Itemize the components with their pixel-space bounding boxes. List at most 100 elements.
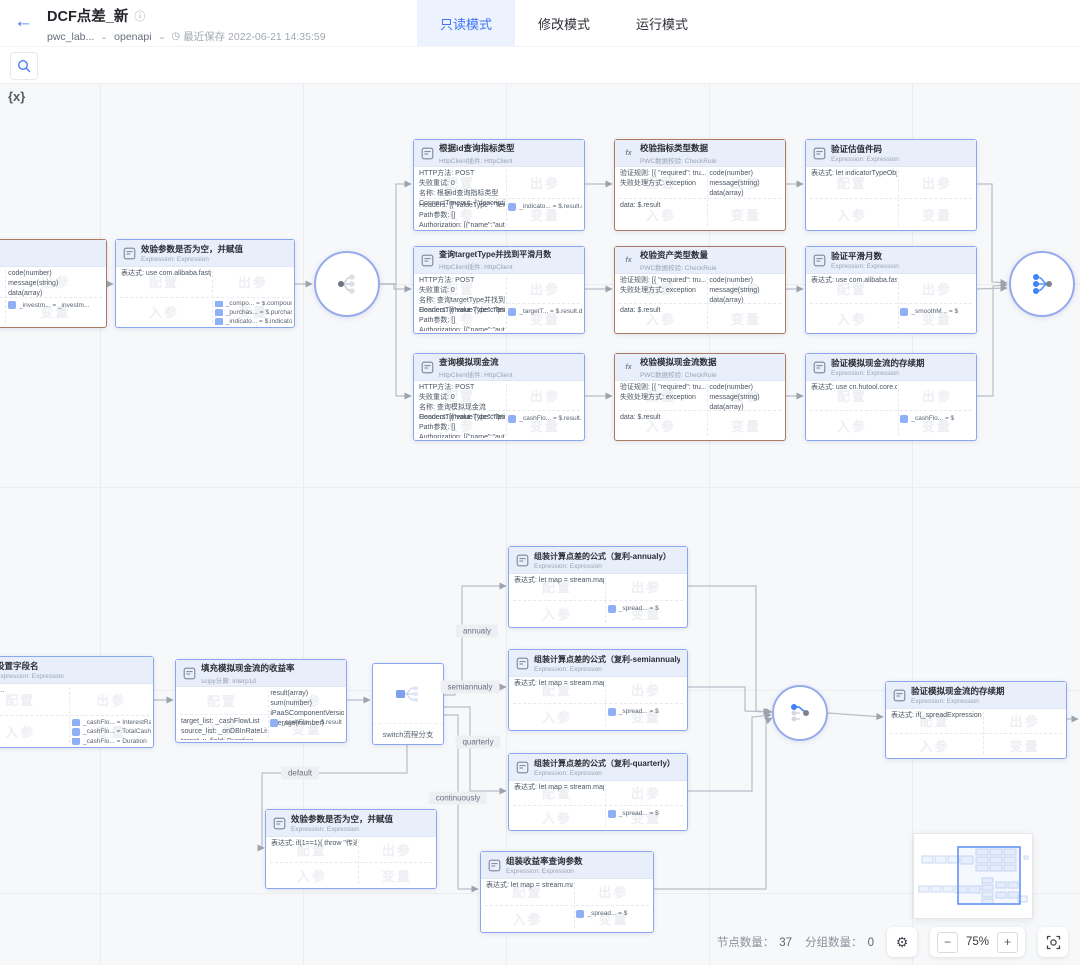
flow-node-http-query-targettype[interactable]: 查询targetType并找到平滑月数HttpClient插件: HttpCli… bbox=[413, 246, 585, 334]
watermark-bl: 入参 bbox=[481, 905, 574, 932]
flow-node-expr-validate-duration-top[interactable]: 验证模拟现金流的存续期Expression: Expression配置出参入参变… bbox=[805, 353, 977, 441]
flow-node-expr-formula-semiannualy[interactable]: 组装计算点差的公式（复利-semiannualy）Expression: Exp… bbox=[508, 649, 688, 731]
fanin-icon bbox=[1027, 269, 1057, 299]
title-block: DCF点差_新 ⓘ pwc_lab... ⌄ openapi ⌄ ◷ 最近保存 … bbox=[47, 5, 326, 44]
watermark-br: 变量 bbox=[707, 303, 785, 333]
flow-node-expr-build-yield-query[interactable]: 组装收益率查询参数Expression: Expression配置出参入参变量表… bbox=[480, 851, 654, 933]
node-title: 验证平滑月数 bbox=[831, 250, 899, 262]
flow-node-check-indicator-type[interactable]: fx校验指标类型数据PWC数据校验: CheckRule配置出参入参变量验证规则… bbox=[614, 139, 786, 231]
back-arrow-icon[interactable]: ← bbox=[14, 11, 33, 33]
flow-node-expr-validate-assign-bottom[interactable]: 效验参数是否为空，并赋值Expression: Expression配置出参入参… bbox=[265, 809, 437, 889]
watermark-bl: 入参 bbox=[886, 733, 983, 758]
zoom-out-button[interactable]: − bbox=[937, 932, 958, 953]
node-body: 配置出参入参变量表达式: if(1==1){ throw "传递的... bbox=[266, 836, 436, 888]
fanout-icon bbox=[332, 269, 362, 299]
flow-node-scipy-fill-yield[interactable]: 填充模拟现金流的收益率scipy计算: interp1d配置出参入参变量resu… bbox=[175, 659, 347, 743]
node-header: 查询模拟现金流HttpClient插件: HttpClient bbox=[414, 354, 584, 381]
flow-node-switch-branch[interactable]: switch流程分支 bbox=[372, 663, 444, 745]
node-config-tr: code(number)message(string)data(array) bbox=[709, 169, 783, 199]
minimap[interactable] bbox=[913, 833, 1033, 919]
mode-tab-1[interactable]: 修改模式 bbox=[515, 0, 613, 46]
node-subtitle: HttpClient插件: HttpClient bbox=[439, 155, 515, 165]
watermark-bl: 入参 bbox=[806, 410, 898, 440]
flow-node-expr-formula-quarterly[interactable]: 组装计算点差的公式（复利-quarterly）Expression: Expre… bbox=[508, 753, 688, 831]
node-subtitle: Expression: Expression bbox=[534, 563, 671, 570]
fan-out-node[interactable] bbox=[314, 251, 380, 317]
node-config-tl: 验证规则: [{ "required": tru...失败处理方式: excep… bbox=[620, 169, 706, 189]
fx-icon: fx bbox=[622, 254, 635, 267]
node-subtitle: Expression: Expression bbox=[831, 370, 925, 377]
watermark-br: 变量 bbox=[983, 733, 1066, 758]
variable-tag-icon bbox=[270, 719, 278, 727]
node-title: 组装计算点差的公式（复利-semiannualy） bbox=[534, 654, 680, 665]
node-config-tl: 表达式: let map = stream.map(()... bbox=[514, 783, 604, 793]
node-config-bl: data: $.result bbox=[620, 201, 706, 228]
watermark-bl: 入参 bbox=[509, 805, 605, 830]
flow-node-http-query-cashflow[interactable]: 查询模拟现金流HttpClient插件: HttpClient配置出参入参变量H… bbox=[413, 353, 585, 441]
fit-view-button[interactable] bbox=[1038, 927, 1068, 957]
watermark-bl: 入参 bbox=[116, 297, 212, 328]
node-header: 验证模拟现金流的存续期Expression: Expression bbox=[806, 354, 976, 381]
search-button[interactable] bbox=[10, 52, 38, 80]
node-subtitle: scipy计算: interp1d bbox=[201, 675, 295, 685]
flow-node-expr-validate-smooth-months[interactable]: 验证平滑月数Expression: Expression配置出参入参变量表达式:… bbox=[805, 246, 977, 334]
last-saved-text: ◷ 最近保存 2022-06-21 14:35:59 bbox=[171, 29, 325, 44]
merge-icon bbox=[785, 698, 815, 728]
flow-node-expr-set-field-name[interactable]: 设置字段名Expression: Expression配置出参入参变量Rate … bbox=[0, 656, 154, 748]
node-header: 验证估值件码Expression: Expression bbox=[806, 140, 976, 167]
watermark-bl: 入参 bbox=[0, 715, 69, 747]
zoom-in-button[interactable]: + bbox=[997, 932, 1018, 953]
node-title: 查询targetType并找到平滑月数 bbox=[439, 249, 551, 260]
node-subtitle: PWC数据校验: CheckRule bbox=[640, 155, 717, 165]
node-body: 配置出参入参变量表达式: if(_spreadExpression == ... bbox=[886, 708, 1066, 758]
node-title: 填充模拟现金流的收益率 bbox=[201, 662, 295, 674]
node-config-tl: 表达式: let map = stream.map(()... bbox=[486, 881, 573, 891]
flow-node-expr-formula-annualy[interactable]: 组装计算点差的公式（复利-annualy）Expression: Express… bbox=[508, 546, 688, 628]
node-variable-tags: _indicato... = $.result.data bbox=[508, 202, 582, 228]
workspace-select[interactable]: pwc_lab... bbox=[47, 31, 94, 43]
minimap-viewport[interactable] bbox=[958, 847, 1020, 904]
flow-node-expr-validate-assign-top[interactable]: 效验参数是否为空，并赋值Expression: Expression配置出参入参… bbox=[115, 239, 295, 328]
node-subtitle: HttpClient插件: HttpClient bbox=[439, 369, 513, 379]
flow-node-http-query-indicator-type[interactable]: 根据id查询指标类型HttpClient插件: HttpClient配置出参入参… bbox=[413, 139, 585, 231]
node-header: 效验参数是否为空，并赋值Expression: Expression bbox=[266, 810, 436, 837]
flow-node-check-cashflow-data[interactable]: fx校验模拟现金流数据PWC数据校验: CheckRule配置出参入参变量验证规… bbox=[614, 353, 786, 441]
chevron-down-icon: ⌄ bbox=[100, 33, 109, 41]
plugin-icon bbox=[813, 147, 826, 160]
flow-node-expr-validate-duration-bottom[interactable]: 验证模拟现金流的存续期Expression: Expression配置出参入参变… bbox=[885, 681, 1067, 759]
fan-in-node[interactable] bbox=[1009, 251, 1075, 317]
page-title: DCF点差_新 bbox=[47, 5, 128, 26]
mode-tab-0[interactable]: 只读模式 bbox=[417, 0, 515, 46]
plugin-icon bbox=[488, 859, 501, 872]
node-title: 组装计算点差的公式（复利-quarterly） bbox=[534, 758, 675, 769]
node-title: 效验参数是否为空，并赋值 bbox=[291, 813, 393, 825]
variable-tag-icon bbox=[508, 308, 516, 316]
variables-badge[interactable]: {x} bbox=[8, 89, 25, 104]
flow-node-expr-validate-valuation[interactable]: 验证估值件码Expression: Expression配置出参入参变量表达式:… bbox=[805, 139, 977, 231]
variable-tag-icon bbox=[8, 301, 16, 309]
node-title: 校验资产类型数量 bbox=[640, 249, 717, 261]
variable-tag-icon bbox=[608, 708, 616, 716]
flow-node-check-asset-type[interactable]: fx校验资产类型数量PWC数据校验: CheckRule配置出参入参变量验证规则… bbox=[614, 246, 786, 334]
settings-button[interactable]: ⚙ bbox=[887, 927, 917, 957]
mode-tab-2[interactable]: 运行模式 bbox=[613, 0, 711, 46]
variable-tag-icon bbox=[215, 309, 223, 316]
node-config-bl: Headers: [{"valueType":"Text","N...Path参… bbox=[419, 201, 505, 228]
watermark-tr: 出参 bbox=[506, 380, 584, 410]
canvas-toolbar bbox=[0, 46, 1080, 84]
node-subtitle: PWC数据校验: CheckRule bbox=[640, 369, 717, 379]
node-body: 配置出参入参变量HTTP方法: POST失败重试: 0名称: 查询targetT… bbox=[414, 273, 584, 333]
variable-tag-icon bbox=[215, 318, 223, 325]
variable-tag-icon bbox=[900, 415, 908, 423]
node-body: 配置出参入参变量验证规则: [{ "required": tru...失败处理方… bbox=[615, 273, 785, 333]
merge-node[interactable] bbox=[772, 685, 828, 741]
node-body: 配置出参入参变量表达式: let map = stream.map(()..._… bbox=[481, 878, 653, 932]
api-select[interactable]: openapi bbox=[114, 31, 151, 43]
node-variable-tags: _cashFlo... = InterestRate_cashFlo... = … bbox=[72, 719, 151, 745]
node-header: 效验参数是否为空，并赋值Expression: Expression bbox=[116, 240, 294, 267]
flow-node-check-top-partial[interactable]: fx配置出参入参变量code(number)message(string)dat… bbox=[0, 239, 107, 328]
node-title: 组装计算点差的公式（复利-annualy） bbox=[534, 551, 671, 562]
watermark-bl: 入参 bbox=[509, 600, 605, 627]
node-subtitle: Expression: Expression bbox=[141, 256, 243, 263]
node-variable-tags: _cashFlo... = $.result.dat... bbox=[508, 414, 582, 438]
